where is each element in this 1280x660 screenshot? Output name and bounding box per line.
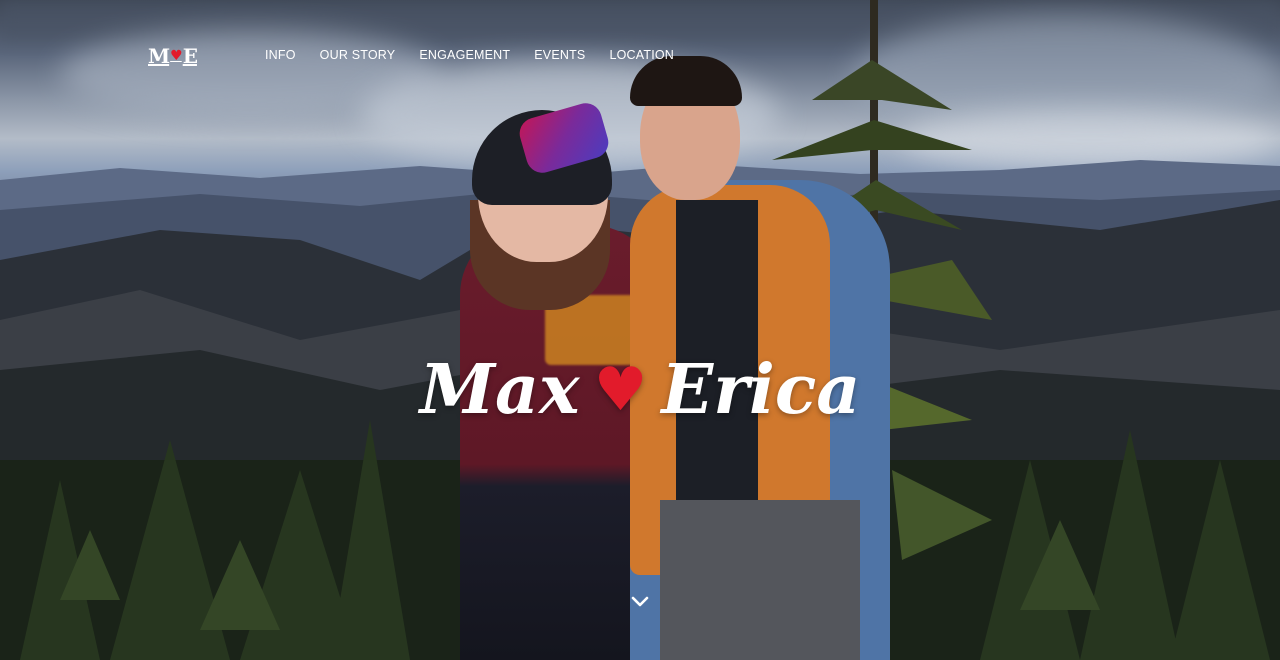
nav-item-engagement[interactable]: ENGAGEMENT bbox=[419, 48, 510, 62]
heart-icon: ♥ bbox=[170, 48, 183, 64]
brand-initial-left: M bbox=[148, 44, 170, 68]
name-left: Max bbox=[419, 350, 580, 430]
nav-item-events[interactable]: EVENTS bbox=[534, 48, 585, 62]
man-pants bbox=[660, 500, 860, 660]
name-right: Erica bbox=[661, 350, 861, 430]
hero-section: M ♥ E INFO OUR STORY ENGAGEMENT EVENTS L… bbox=[0, 0, 1280, 660]
hero-title: Max ♥ Erica bbox=[0, 350, 1280, 430]
top-navigation: M ♥ E INFO OUR STORY ENGAGEMENT EVENTS L… bbox=[0, 0, 1280, 110]
nav-item-location[interactable]: LOCATION bbox=[609, 48, 674, 62]
chevron-down-icon bbox=[631, 596, 649, 607]
nav-menu: INFO OUR STORY ENGAGEMENT EVENTS LOCATIO… bbox=[265, 48, 674, 62]
nav-item-our-story[interactable]: OUR STORY bbox=[320, 48, 396, 62]
scroll-down-button[interactable] bbox=[628, 590, 652, 614]
heart-icon: ♥ bbox=[593, 355, 648, 425]
brand-initial-right: E bbox=[182, 44, 198, 68]
nav-item-info[interactable]: INFO bbox=[265, 48, 296, 62]
brand-logo[interactable]: M ♥ E bbox=[148, 44, 198, 68]
